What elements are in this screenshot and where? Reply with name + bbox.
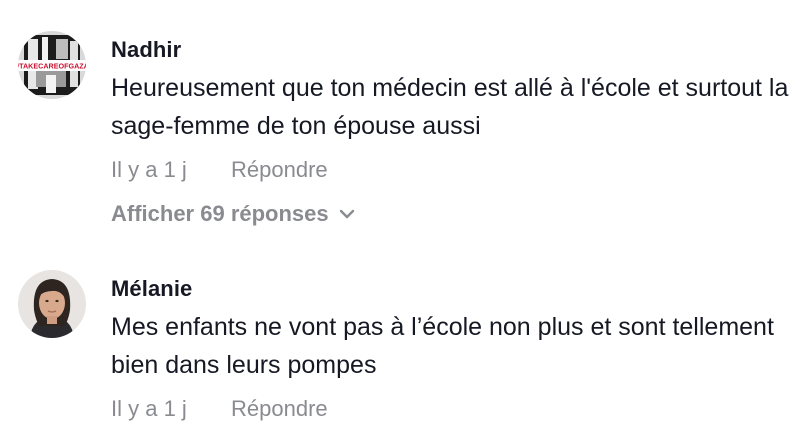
svg-text:#TAKECAREOFGAZA: #TAKECAREOFGAZA bbox=[18, 62, 86, 71]
comment-username[interactable]: Nadhir bbox=[111, 37, 802, 63]
view-replies-label: Afficher 69 réponses bbox=[111, 201, 329, 226]
comment-username[interactable]: Mélanie bbox=[111, 276, 802, 302]
reply-button[interactable]: Répondre bbox=[231, 157, 328, 183]
takecareofgaza-avatar-icon[interactable]: #TAKECAREOFGAZA bbox=[18, 31, 86, 99]
comment-time: Il y a 1 j bbox=[111, 396, 187, 421]
chevron-down-icon bbox=[339, 209, 354, 219]
user-photo-avatar-icon[interactable] bbox=[18, 270, 86, 338]
comment-text: Mes enfants ne vont pas à l’école non pl… bbox=[111, 313, 774, 379]
view-replies-button[interactable]: Afficher 69 réponses bbox=[111, 201, 802, 227]
reply-button[interactable]: Répondre bbox=[231, 396, 328, 422]
comment-time: Il y a 1 j bbox=[111, 157, 187, 182]
comment-text: Heureusement que ton médecin est allé à … bbox=[111, 74, 789, 140]
